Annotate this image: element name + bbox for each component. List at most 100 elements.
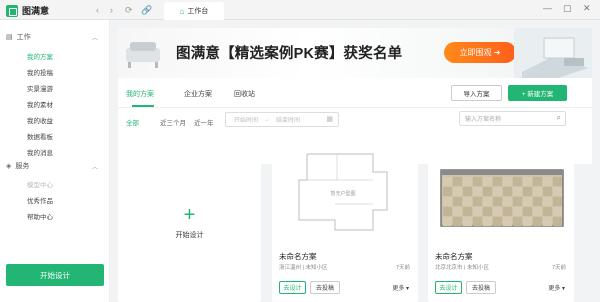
date-separator: →: [264, 116, 271, 123]
floor-tile: [553, 207, 562, 216]
floor-tile: [543, 187, 552, 196]
more-dropdown[interactable]: 更多 ▾: [548, 283, 565, 292]
sidebar-item-my-plans[interactable]: 我的方案: [27, 51, 53, 61]
sidebar-item-my-income[interactable]: 我的收益: [27, 115, 53, 125]
link-icon[interactable]: 🔗: [141, 4, 152, 16]
sidebar-section-service[interactable]: ◈ 服务: [6, 161, 29, 171]
section-service-label: 服务: [15, 163, 30, 170]
floorplan-thumbnail: 暂无户型图: [277, 150, 413, 235]
sofa-illustration: [126, 42, 160, 68]
floor-tile: [453, 197, 462, 206]
close-icon[interactable]: ✕: [583, 3, 591, 14]
floor-tile: [523, 177, 532, 186]
back-icon[interactable]: ‹: [96, 4, 99, 16]
floor-tile: [503, 197, 512, 206]
filter-3-months[interactable]: 近三个月: [160, 117, 186, 127]
chevron-up-icon[interactable]: ︿: [92, 33, 98, 42]
floor-tile: [493, 217, 502, 226]
floor-tile: [543, 217, 552, 226]
promo-banner[interactable]: 图满意【精选案例PK赛】获奖名单 立即围观 ➜: [118, 28, 592, 78]
floor-tile: [513, 177, 522, 186]
floor-tile: [453, 177, 462, 186]
floor-tile: [533, 217, 542, 226]
floor-tile: [533, 207, 542, 216]
plan-location: 浙江温州 | 未知小区: [279, 265, 328, 271]
floor-tile: [463, 197, 472, 206]
floor-tile: [493, 197, 502, 206]
floor-tile: [443, 187, 452, 196]
submit-button[interactable]: 去投稿: [310, 281, 340, 294]
sidebar-item-my-materials[interactable]: 我的素材: [27, 99, 53, 109]
floor-tile: [503, 177, 512, 186]
floor-tile: [493, 207, 502, 216]
sidebar-section-work[interactable]: ▤ 工作: [6, 32, 31, 42]
calendar-icon: ▦: [326, 116, 333, 123]
more-dropdown[interactable]: 更多 ▾: [392, 283, 409, 292]
tab-my-plans[interactable]: 我的方案: [126, 89, 154, 99]
floor-tile: [483, 207, 492, 216]
floor-tile: [513, 217, 522, 226]
sidebar-item-data-board[interactable]: 数据看板: [27, 131, 53, 141]
floor-tile: [523, 207, 532, 216]
floor-tile: [503, 217, 512, 226]
sidebar-item-model-center[interactable]: 模型中心: [27, 179, 53, 189]
floor-tile: [463, 217, 472, 226]
search-input[interactable]: 输入方案名称 ⌕: [459, 111, 566, 126]
date-range-picker[interactable]: 开始时间 → 结束时间 ▦: [225, 112, 339, 127]
filter-all[interactable]: 全部: [126, 117, 139, 127]
floor-tile: [513, 187, 522, 196]
sidebar-item-my-submissions[interactable]: 我的投稿: [27, 67, 53, 77]
document-icon: ▤: [6, 34, 13, 41]
floor-tile: [453, 217, 462, 226]
floor-tile: [473, 197, 482, 206]
go-design-button[interactable]: 去设计: [435, 281, 462, 294]
go-design-button[interactable]: 去设计: [279, 281, 306, 294]
room-tile-thumbnail: [433, 150, 569, 235]
tab-enterprise-plans[interactable]: 企业方案: [184, 89, 212, 99]
sidebar-item-my-messages[interactable]: 我的消息: [27, 147, 53, 157]
plan-time: 7天前: [551, 265, 566, 271]
floor-tile: [453, 187, 462, 196]
sidebar-item-help-center[interactable]: 帮助中心: [27, 211, 53, 221]
date-end: 结束时间: [276, 118, 301, 124]
import-plan-button[interactable]: 导入方案: [451, 85, 502, 101]
floor-tile: [443, 207, 452, 216]
banner-title: 图满意【精选案例PK赛】获奖名单: [176, 46, 403, 62]
floor-tile: [463, 207, 472, 216]
floor-tile: [483, 177, 492, 186]
forward-icon[interactable]: ›: [110, 4, 113, 16]
start-design-button[interactable]: 开始设计: [6, 264, 104, 286]
floor-tile: [483, 197, 492, 206]
plan-card[interactable]: 暂无户型图 未命名方案 浙江温州 | 未知小区 7天前 去设计 去投稿 更多 ▾: [272, 143, 418, 302]
floor-tile: [543, 197, 552, 206]
plan-time: 7天前: [395, 265, 410, 271]
plan-location: 北京北京市 | 未知小区: [435, 265, 489, 271]
chevron-up-icon[interactable]: ︿: [92, 162, 98, 171]
section-work-label: 工作: [16, 34, 31, 41]
refresh-icon[interactable]: ⟳: [125, 4, 133, 16]
maximize-icon[interactable]: ▢: [563, 3, 572, 14]
floor-tile: [543, 207, 552, 216]
no-floorplan-text: 暂无户型图: [330, 190, 355, 197]
floor-tile: [443, 197, 452, 206]
minimize-icon[interactable]: —: [543, 3, 552, 13]
tab-recycle-bin[interactable]: 回收站: [234, 89, 255, 99]
floor-tile: [483, 187, 492, 196]
floor-tile: [503, 187, 512, 196]
banner-cta-button[interactable]: 立即围观 ➜: [444, 42, 516, 63]
interior-illustration: [514, 28, 592, 78]
filter-1-year[interactable]: 近一年: [194, 117, 214, 127]
plan-card[interactable]: 未命名方案 北京北京市 | 未知小区 7天前 去设计 去投稿 更多 ▾: [428, 143, 574, 302]
floor-tile: [523, 197, 532, 206]
submit-button[interactable]: 去投稿: [466, 281, 496, 294]
search-icon[interactable]: ⌕: [557, 113, 561, 123]
tab-workbench[interactable]: ⌂ 工作台: [164, 2, 224, 20]
sidebar-item-excellent-works[interactable]: 优秀作品: [27, 195, 53, 205]
floor-tile: [553, 217, 562, 226]
floor-tile: [493, 187, 502, 196]
new-design-card[interactable]: + 开始设计: [118, 143, 261, 302]
sidebar-item-real-tour[interactable]: 实景漫游: [27, 83, 53, 93]
new-plan-button[interactable]: + 新建方案: [508, 85, 567, 101]
floor-tile: [523, 217, 532, 226]
floor-tile: [473, 217, 482, 226]
